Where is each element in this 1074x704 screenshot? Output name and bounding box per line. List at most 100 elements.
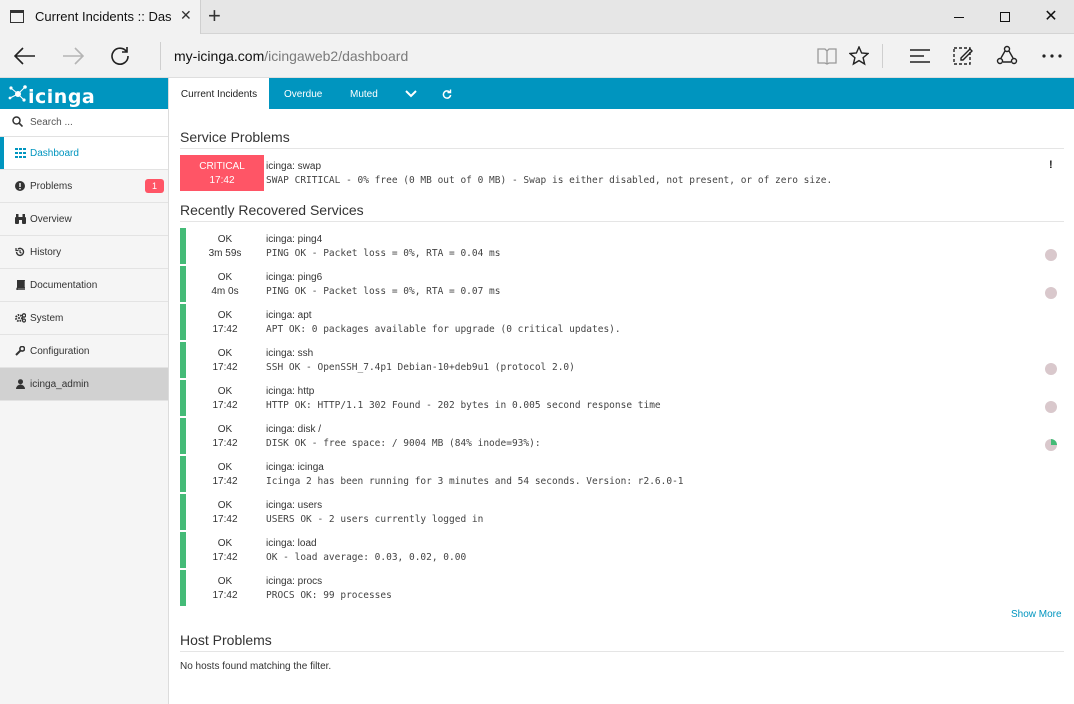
web-note-button[interactable]	[948, 42, 978, 70]
tab-overdue[interactable]: Overdue	[284, 78, 322, 109]
sidebar-item-label: Documentation	[30, 280, 98, 291]
sidebar-item-documentation[interactable]: Documentation	[0, 269, 168, 302]
state-label: OK	[217, 272, 233, 283]
new-tab-icon[interactable]: +	[208, 4, 221, 28]
sidebar-item-dashboard[interactable]: Dashboard	[0, 137, 168, 170]
maximize-icon	[1000, 12, 1010, 22]
service-problems-heading[interactable]: Service Problems	[180, 129, 1064, 149]
share-button[interactable]	[992, 42, 1022, 70]
state-badge-ok: OK 17:42	[180, 418, 264, 454]
table-row[interactable]: OK 4m 0s icinga: ping6 PING OK - Packet los…	[180, 266, 1064, 304]
sidebar: icinga Search ... Dashboard Problems 1 O…	[0, 78, 169, 704]
service-name[interactable]: icinga: icinga	[266, 462, 324, 473]
perfdata-pie-icon	[1045, 287, 1057, 299]
sidebar-item-history[interactable]: History	[0, 236, 168, 269]
maximize-button[interactable]	[982, 0, 1028, 34]
service-name[interactable]: icinga: users	[266, 500, 322, 511]
service-output: USERS OK - 2 users currently logged in	[266, 514, 484, 525]
tab-current-incidents[interactable]: Current Incidents	[169, 78, 269, 109]
minimize-icon	[954, 16, 964, 18]
service-name[interactable]: icinga: ssh	[266, 348, 313, 359]
logo-text: icinga	[28, 86, 96, 108]
table-row[interactable]: OK 17:42 icinga: load OK - load average: 0.…	[180, 532, 1064, 570]
service-problem-row[interactable]: CRITICAL 17:42 icinga: swap SWAP CRITICA…	[180, 155, 1064, 193]
state-label: OK	[217, 234, 233, 245]
sidebar-item-user[interactable]: icinga_admin	[0, 368, 168, 401]
host-problems-heading[interactable]: Host Problems	[180, 632, 1064, 652]
service-name[interactable]: icinga: apt	[266, 310, 312, 321]
browser-tab[interactable]: Current Incidents :: Dash ✕	[0, 0, 201, 34]
show-more-link[interactable]: Show More	[1011, 609, 1062, 620]
close-tab-icon[interactable]: ✕	[180, 7, 192, 24]
state-badge-ok: OK 17:42	[180, 494, 264, 530]
recently-recovered-heading[interactable]: Recently Recovered Services	[180, 202, 1064, 222]
table-row[interactable]: OK 17:42 icinga: disk / DISK OK - free spac…	[180, 418, 1064, 456]
state-time: 3m 59s	[208, 248, 242, 259]
problems-count-badge: 1	[145, 179, 164, 193]
refresh-dashboard-button[interactable]	[442, 78, 452, 109]
state-label: OK	[217, 538, 233, 549]
sidebar-item-system[interactable]: System	[0, 302, 168, 335]
back-button[interactable]	[10, 42, 40, 70]
refresh-icon	[442, 89, 452, 99]
service-name[interactable]: icinga: disk /	[266, 424, 321, 435]
service-name[interactable]: icinga: ping4	[266, 234, 322, 245]
table-row[interactable]: OK 17:42 icinga: procs PROCS OK: 99 process…	[180, 570, 1064, 608]
wrench-icon	[14, 345, 26, 357]
service-name[interactable]: icinga: load	[266, 538, 317, 549]
search-input[interactable]: Search ...	[0, 109, 168, 137]
close-window-button[interactable]: ✕	[1028, 0, 1074, 34]
share-icon	[996, 45, 1018, 65]
tab-muted[interactable]: Muted	[350, 78, 378, 109]
table-row[interactable]: OK 17:42 icinga: http HTTP OK: HTTP/1.1 302…	[180, 380, 1064, 418]
service-output: PING OK - Packet loss = 0%, RTA = 0.04 m…	[266, 248, 501, 259]
icinga-logo-icon	[8, 85, 27, 102]
favorite-button[interactable]	[844, 42, 874, 70]
minimize-button[interactable]	[936, 0, 982, 34]
state-label: OK	[217, 462, 233, 473]
service-name[interactable]: icinga: ping6	[266, 272, 322, 283]
service-output: OK - load average: 0.03, 0.02, 0.00	[266, 552, 467, 563]
star-icon	[849, 46, 869, 66]
service-name[interactable]: icinga: swap	[266, 161, 321, 172]
table-row[interactable]: OK 17:42 icinga: users USERS OK - 2 users c…	[180, 494, 1064, 532]
service-name[interactable]: icinga: http	[266, 386, 314, 397]
logo-area[interactable]: icinga	[0, 78, 168, 109]
sidebar-item-overview[interactable]: Overview	[0, 203, 168, 236]
state-time: 17:42	[212, 324, 238, 335]
state-label: OK	[217, 500, 233, 511]
table-row[interactable]: OK 3m 59s icinga: ping4 PING OK - Packet lo…	[180, 228, 1064, 266]
refresh-button[interactable]	[105, 42, 135, 70]
service-name[interactable]: icinga: procs	[266, 576, 322, 587]
tabs-dropdown-button[interactable]	[405, 78, 417, 109]
table-row[interactable]: OK 17:42 icinga: ssh SSH OK - OpenSSH_7.4p1…	[180, 342, 1064, 380]
alert-circle-icon	[14, 180, 26, 192]
address-bar[interactable]: my-icinga.com/icingaweb2/dashboard	[160, 42, 408, 70]
state-time: 17:42	[212, 362, 238, 373]
hub-button[interactable]	[905, 42, 935, 70]
more-dots-icon	[1042, 54, 1062, 58]
state-time: 17:42	[209, 175, 235, 186]
forward-button[interactable]	[58, 42, 88, 70]
page-icon	[10, 10, 24, 23]
service-output: DISK OK - free space: / 9004 MB (84% ino…	[266, 438, 541, 449]
sidebar-item-label: Problems	[30, 181, 73, 192]
state-label: OK	[217, 576, 233, 587]
toolbar-divider	[882, 44, 883, 68]
state-badge-ok: OK 3m 59s	[180, 228, 264, 264]
sidebar-item-problems[interactable]: Problems 1	[0, 170, 168, 203]
sidebar-item-configuration[interactable]: Configuration	[0, 335, 168, 368]
perfdata-pie-icon	[1045, 401, 1057, 413]
state-time: 17:42	[212, 400, 238, 411]
state-label: OK	[217, 424, 233, 435]
browser-toolbar: my-icinga.com/icingaweb2/dashboard	[0, 34, 1074, 78]
more-button[interactable]	[1037, 42, 1067, 70]
binoculars-icon	[14, 213, 26, 225]
perfdata-pie-icon	[1045, 439, 1057, 451]
table-row[interactable]: OK 17:42 icinga: icinga Icinga 2 has been r…	[180, 456, 1064, 494]
reading-view-button[interactable]	[812, 42, 842, 70]
table-row[interactable]: OK 17:42 icinga: apt APT OK: 0 packages ava…	[180, 304, 1064, 342]
hub-icon	[910, 49, 930, 63]
state-badge-ok: OK 17:42	[180, 342, 264, 378]
state-label: OK	[217, 310, 233, 321]
